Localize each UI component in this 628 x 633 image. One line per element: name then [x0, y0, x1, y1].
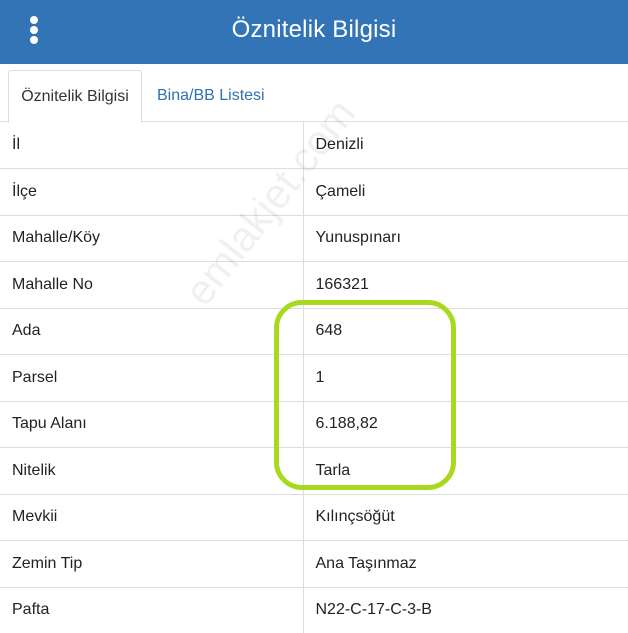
tab-building-list[interactable]: Bina/BB Listesi	[147, 70, 275, 122]
attribute-key: Nitelik	[0, 447, 304, 495]
tab-attribute-info[interactable]: Öznitelik Bilgisi	[8, 70, 142, 123]
attribute-key: Zemin Tip	[0, 540, 304, 588]
attribute-key: Parsel	[0, 354, 304, 402]
attribute-value: Tarla	[303, 447, 628, 495]
app-header: Öznitelik Bilgisi	[0, 0, 628, 64]
table-row: Parsel 1	[0, 354, 628, 402]
table-row: Mahalle/Köy Yunuspınarı	[0, 215, 628, 262]
table-row: Mevkii Kılınçsöğüt	[0, 494, 628, 541]
attribute-value: 166321	[303, 261, 628, 309]
attribute-value: 1	[303, 354, 628, 402]
attribute-info-panel: Öznitelik Bilgisi Öznitelik Bilgisi Bina…	[0, 0, 628, 633]
attribute-table: İl Denizli İlçe Çameli Mahalle/Köy Yunus…	[0, 122, 628, 633]
table-row: Nitelik Tarla	[0, 447, 628, 495]
attribute-key: Ada	[0, 308, 304, 355]
table-row: Pafta N22-C-17-C-3-B	[0, 587, 628, 633]
attribute-key: Mevkii	[0, 494, 304, 541]
attribute-value: Çameli	[303, 168, 628, 216]
table-row: Mahalle No 166321	[0, 261, 628, 309]
table-row: Tapu Alanı 6.188,82	[0, 401, 628, 448]
attribute-key: İl	[0, 122, 304, 169]
attribute-value: Kılınçsöğüt	[303, 494, 628, 541]
attribute-key: Mahalle No	[0, 261, 304, 309]
tab-bar: Öznitelik Bilgisi Bina/BB Listesi	[0, 64, 628, 123]
attribute-value: Ana Taşınmaz	[303, 540, 628, 588]
attribute-key: Mahalle/Köy	[0, 215, 304, 262]
attribute-value: 648	[303, 308, 628, 355]
attribute-key: Tapu Alanı	[0, 401, 304, 448]
table-row: İlçe Çameli	[0, 168, 628, 216]
attribute-value: Yunuspınarı	[303, 215, 628, 262]
table-row: İl Denizli	[0, 122, 628, 169]
attribute-key: Pafta	[0, 587, 304, 633]
page-title: Öznitelik Bilgisi	[231, 16, 397, 43]
table-row: Zemin Tip Ana Taşınmaz	[0, 540, 628, 588]
table-row: Ada 648	[0, 308, 628, 355]
attribute-value: N22-C-17-C-3-B	[303, 587, 628, 633]
attribute-value: Denizli	[303, 122, 628, 169]
attribute-value: 6.188,82	[303, 401, 628, 448]
attribute-key: İlçe	[0, 168, 304, 216]
